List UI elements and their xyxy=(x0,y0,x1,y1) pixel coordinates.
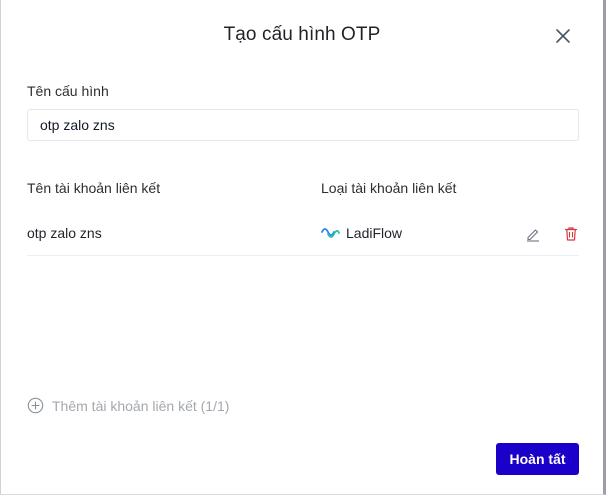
edit-account-button[interactable] xyxy=(525,226,541,242)
add-linked-account-label: Thêm tài khoản liên kết (1/1) xyxy=(52,397,230,414)
linked-account-type: LadiFlow xyxy=(321,225,402,241)
complete-button[interactable]: Hoàn tất xyxy=(496,443,579,475)
linked-account-row: otp zalo zns LadiFlow xyxy=(27,210,579,256)
column-header-account-name: Tên tài khoản liên kết xyxy=(27,180,161,196)
trash-icon xyxy=(564,227,578,241)
close-icon xyxy=(556,29,570,43)
plus-circle-icon xyxy=(27,397,44,414)
pencil-icon xyxy=(527,229,539,242)
config-name-label: Tên cấu hình xyxy=(27,83,109,99)
linked-account-type-label: LadiFlow xyxy=(346,225,403,241)
delete-account-button[interactable] xyxy=(563,226,579,242)
otp-config-dialog: Tạo cấu hình OTP Tên cấu hình Tên tài kh… xyxy=(0,0,606,495)
column-header-account-type: Loại tài khoản liên kết xyxy=(321,180,457,196)
close-button[interactable] xyxy=(553,26,573,46)
dialog-title: Tạo cấu hình OTP xyxy=(223,24,381,45)
config-name-input[interactable] xyxy=(27,109,579,141)
add-linked-account-button[interactable]: Thêm tài khoản liên kết (1/1) xyxy=(27,397,229,414)
ladiflow-logo-icon xyxy=(321,228,340,238)
linked-account-name: otp zalo zns xyxy=(27,225,102,241)
